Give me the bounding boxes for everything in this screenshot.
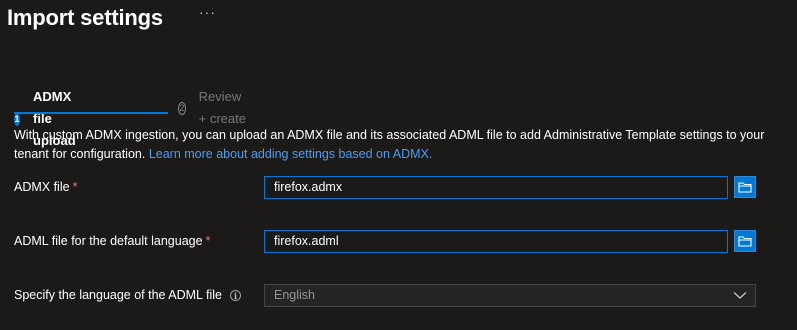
required-indicator: * — [72, 180, 78, 194]
step-review-create[interactable]: 2 Review + create — [178, 86, 247, 130]
active-step-indicator — [14, 112, 168, 114]
page-title: Import settings — [7, 5, 163, 30]
adml-language-value: English — [274, 288, 315, 302]
adml-file-label-text: ADML file for the default language — [14, 234, 203, 248]
learn-more-link[interactable]: Learn more about adding settings based o… — [149, 147, 433, 161]
folder-icon — [738, 182, 752, 193]
admx-file-input[interactable]: firefox.admx — [264, 176, 728, 199]
chevron-down-icon — [733, 292, 747, 299]
required-indicator: * — [205, 234, 211, 248]
more-options-button[interactable]: ··· — [199, 4, 216, 20]
admx-file-label-text: ADMX file — [14, 180, 70, 194]
adml-browse-button[interactable] — [734, 230, 756, 252]
adml-language-label: Specify the language of the ADML file i — [14, 286, 242, 304]
step-number-2: 2 — [178, 101, 186, 115]
adml-file-input[interactable]: firefox.adml — [264, 230, 728, 253]
adml-file-label: ADML file for the default language * — [14, 232, 210, 250]
adml-language-label-text: Specify the language of the ADML file — [14, 288, 223, 302]
info-icon[interactable]: i — [230, 290, 242, 302]
admx-browse-button[interactable] — [734, 176, 756, 198]
step-label-review-create: Review + create — [198, 89, 246, 126]
admx-file-label: ADMX file * — [14, 178, 77, 196]
step-number-1: 1 — [14, 112, 21, 126]
description: With custom ADMX ingestion, you can uplo… — [14, 126, 784, 164]
adml-language-select[interactable]: English — [264, 284, 756, 307]
folder-icon — [738, 236, 752, 247]
